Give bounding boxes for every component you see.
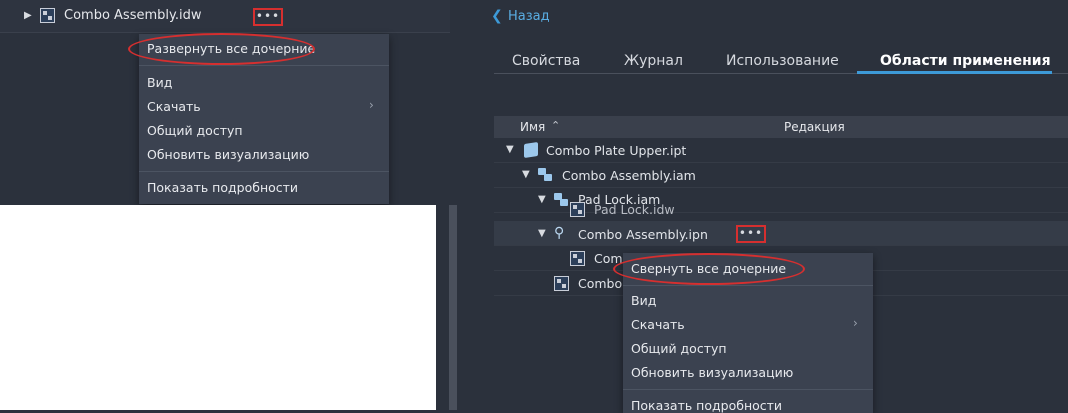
table-row[interactable]: ▼ Combo Assembly.iam — [494, 163, 1068, 188]
menu-item-download[interactable]: Скачать — [631, 317, 685, 332]
drawing-file-icon — [40, 8, 55, 23]
tab-uses[interactable]: Использование — [726, 53, 839, 69]
menu-item-share[interactable]: Общий доступ — [147, 123, 243, 138]
menu-divider — [623, 285, 873, 286]
tab-properties[interactable]: Свойства — [512, 53, 580, 69]
menu-divider — [623, 389, 873, 390]
more-actions-button[interactable]: ••• — [736, 225, 766, 243]
collapse-triangle-icon[interactable]: ▼ — [538, 228, 546, 239]
active-tab-indicator — [857, 71, 1052, 74]
row-name-overlap: Pad Lock.idw — [594, 202, 675, 217]
menu-item-share[interactable]: Общий доступ — [631, 341, 727, 356]
menu-divider — [139, 65, 389, 66]
sort-ascending-icon[interactable]: ⌃ — [551, 119, 560, 132]
presentation-file-icon: ⚲ — [554, 225, 565, 241]
menu-item-show-details[interactable]: Показать подробности — [147, 180, 298, 195]
menu-item-view[interactable]: Вид — [147, 75, 172, 90]
highlight-ellipse — [613, 253, 805, 285]
menu-item-show-details[interactable]: Показать подробности — [631, 398, 782, 413]
collapse-triangle-icon[interactable]: ▼ — [522, 169, 530, 180]
menu-item-update-visualization[interactable]: Обновить визуализацию — [631, 365, 793, 380]
table-row[interactable]: ▼ Combo Plate Upper.ipt — [494, 138, 1068, 163]
chevron-right-icon: › — [369, 98, 374, 112]
blank-area — [0, 205, 436, 410]
menu-item-download[interactable]: Скачать — [147, 99, 201, 114]
collapse-triangle-icon[interactable]: ▼ — [538, 194, 546, 205]
chevron-right-icon: › — [853, 316, 858, 330]
menu-item-view[interactable]: Вид — [631, 293, 656, 308]
file-row-combo-assembly-idw[interactable]: ▶ Combo Assembly.idw ••• — [0, 0, 450, 33]
file-name: Combo Assembly.idw — [64, 8, 202, 23]
menu-item-update-visualization[interactable]: Обновить визуализацию — [147, 147, 309, 162]
highlight-ellipse — [128, 33, 315, 65]
column-header-revision[interactable]: Редакция — [784, 120, 845, 134]
column-header-name[interactable]: Имя — [520, 120, 545, 134]
assembly-file-icon — [538, 168, 554, 182]
part-file-icon — [524, 142, 538, 158]
menu-divider — [139, 171, 389, 172]
row-name: Combo Assembly.iam — [562, 168, 696, 183]
drawing-file-icon — [554, 276, 569, 291]
tab-where-used[interactable]: Области применения — [880, 53, 1051, 69]
expand-triangle-icon[interactable]: ▶ — [24, 10, 32, 21]
tab-history[interactable]: Журнал — [624, 53, 683, 69]
back-chevron-icon[interactable]: ❮ — [491, 8, 503, 24]
more-actions-button[interactable]: ••• — [253, 8, 283, 26]
drawing-file-icon — [570, 251, 585, 266]
assembly-file-icon — [554, 193, 570, 207]
drawing-file-icon — [570, 202, 585, 217]
grid-header: Имя ⌃ Редакция — [494, 116, 1068, 138]
collapse-triangle-icon[interactable]: ▼ — [506, 144, 514, 155]
table-row[interactable]: ▼ Pad Lock.iam Pad Lock.idw — [494, 188, 1068, 217]
scrollbar[interactable] — [449, 205, 457, 410]
table-row-selected[interactable]: ▼ ⚲ Combo Assembly.ipn ••• — [494, 221, 1068, 246]
back-link[interactable]: Назад — [508, 9, 550, 24]
row-name: Combo Assembly.ipn — [578, 227, 708, 242]
row-name: Combo Plate Upper.ipt — [546, 143, 687, 158]
